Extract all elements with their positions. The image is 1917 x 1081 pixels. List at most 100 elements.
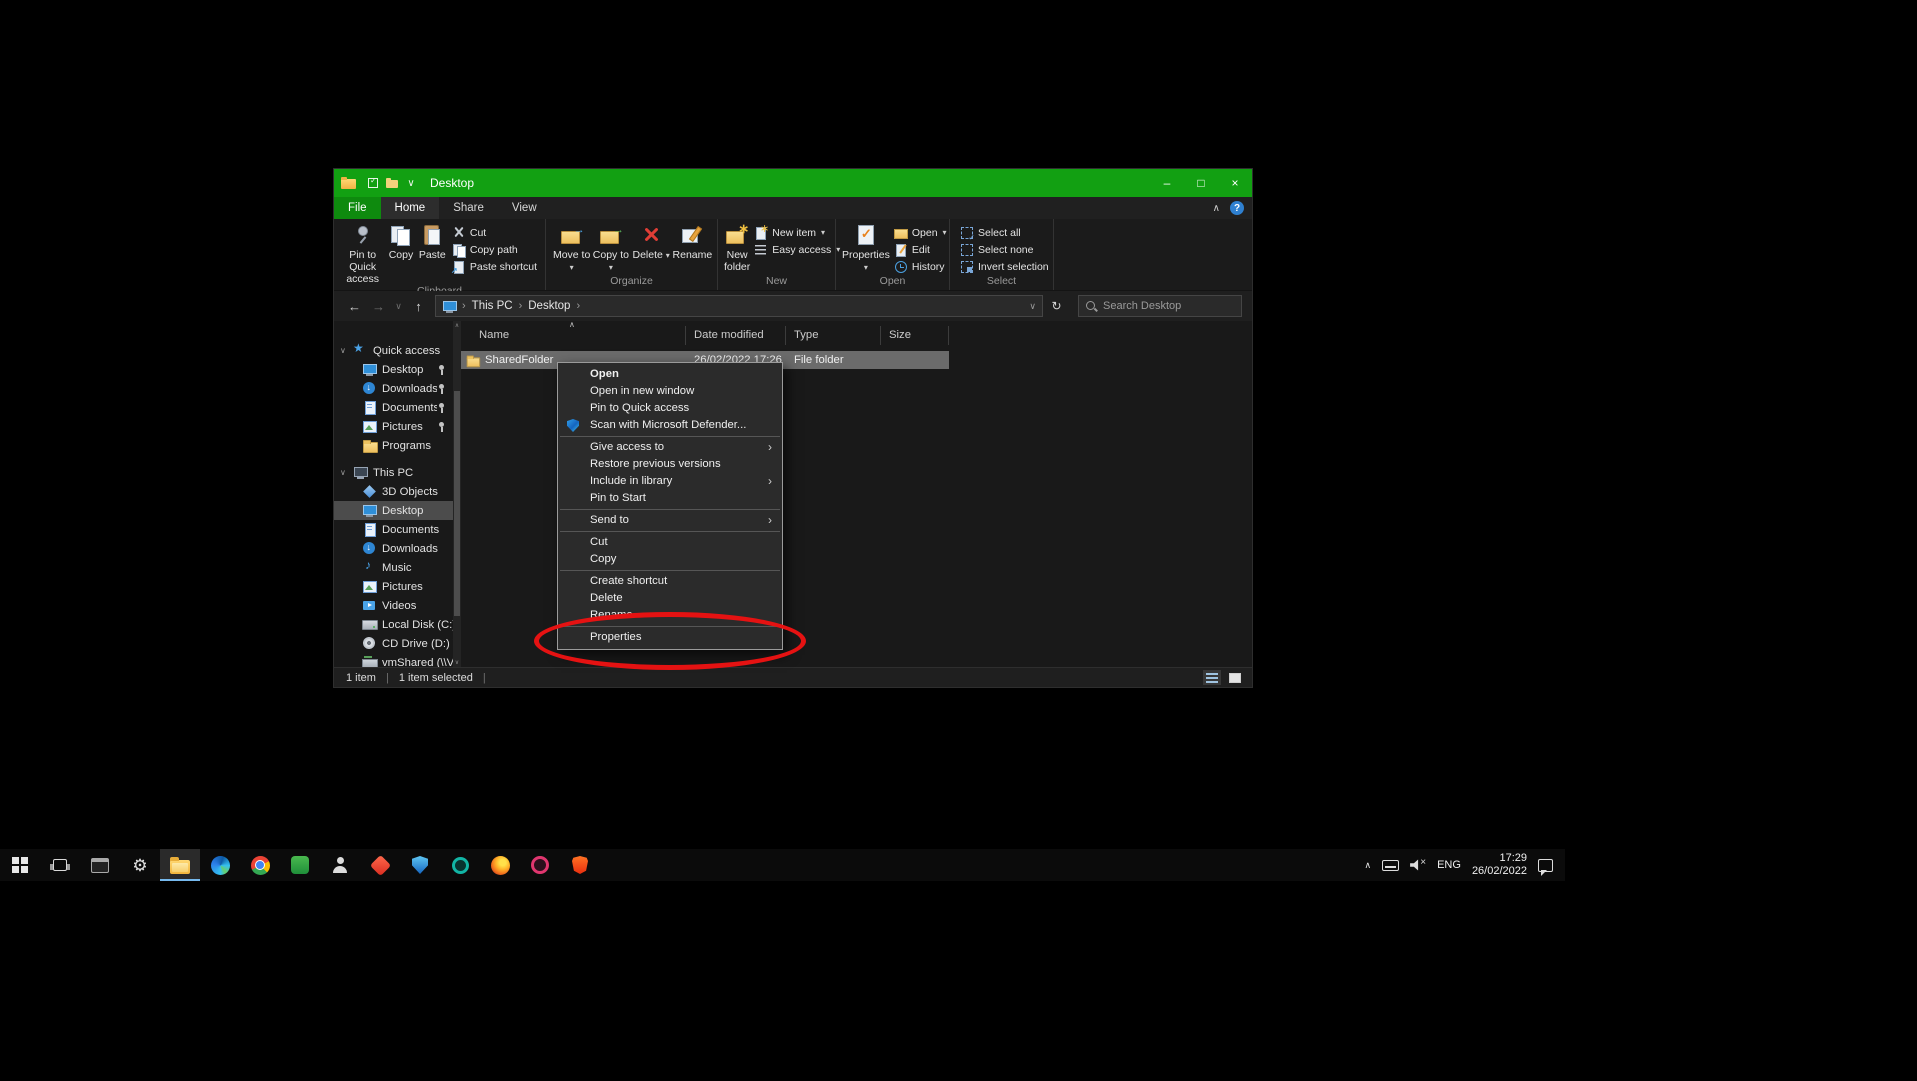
breadcrumb-item-desktop[interactable]: Desktop (525, 300, 573, 312)
context-menu-item-give-access-to[interactable]: Give access to› (558, 439, 782, 456)
taskbar-red-app-button[interactable] (360, 849, 400, 881)
context-menu-item-pin-to-start[interactable]: Pin to Start (558, 490, 782, 507)
copy-to-button[interactable]: Copy to ▾ (591, 222, 630, 273)
column-header-name[interactable]: Name (461, 326, 686, 345)
sidebar-item-vmshared-vb[interactable]: vmShared (\\VB.. (334, 653, 453, 667)
address-dropdown-icon[interactable]: ∨ (1029, 301, 1038, 312)
sidebar-item-3d-objects[interactable]: 3D Objects (334, 482, 453, 501)
context-menu-item-delete[interactable]: Delete (558, 590, 782, 607)
taskbar-brave-button[interactable] (560, 849, 600, 881)
ribbon-collapse-icon[interactable]: ∧ (1213, 203, 1220, 214)
sidebar-item-local-disk-c[interactable]: Local Disk (C:) (334, 615, 453, 634)
taskbar-security-shield-button[interactable] (400, 849, 440, 881)
new-folder-button[interactable]: New folder (724, 222, 750, 273)
select-all-button[interactable]: Select all (956, 224, 1053, 241)
context-menu-item-create-shortcut[interactable]: Create shortcut (558, 573, 782, 590)
copy-button[interactable]: Copy (385, 222, 416, 261)
sidebar-item-pictures[interactable]: Pictures (334, 577, 453, 596)
recent-locations-dropdown[interactable]: ∨ (392, 301, 405, 312)
column-header-date-modified[interactable]: Date modified (686, 326, 786, 345)
delete-button[interactable]: Delete ▾ (631, 222, 672, 261)
tab-home[interactable]: Home (381, 197, 440, 219)
volume-muted-icon[interactable] (1410, 859, 1426, 871)
taskbar-green-app-button[interactable] (280, 849, 320, 881)
context-menu-item-properties[interactable]: Properties (558, 629, 782, 646)
taskbar-start-button[interactable] (0, 849, 40, 881)
paste-button[interactable]: Paste (417, 222, 448, 261)
context-menu-item-cut[interactable]: Cut (558, 534, 782, 551)
sidebar-item-documents[interactable]: Documents (334, 398, 453, 417)
taskbar-edge-button[interactable] (200, 849, 240, 881)
qat-dropdown-button[interactable]: ∨ (403, 175, 419, 191)
sidebar-item-downloads[interactable]: Downloads (334, 379, 453, 398)
context-menu-item-open[interactable]: Open (558, 366, 782, 383)
qat-new-folder-button[interactable] (384, 175, 400, 191)
forward-button[interactable]: → (368, 299, 389, 314)
icons-view-button[interactable] (1226, 670, 1244, 685)
taskbar-people-button[interactable] (320, 849, 360, 881)
sidebar-item-desktop[interactable]: Desktop (334, 360, 453, 379)
taskbar-chrome-button[interactable] (240, 849, 280, 881)
language-indicator[interactable]: ENG (1437, 859, 1461, 871)
cut-button[interactable]: Cut (448, 224, 541, 241)
invert-selection-button[interactable]: Invert selection (956, 258, 1053, 275)
maximize-button[interactable]: □ (1184, 169, 1218, 197)
sidebar-item-pictures[interactable]: Pictures (334, 417, 453, 436)
easy-access-button[interactable]: Easy access ▾ (750, 241, 844, 258)
details-view-button[interactable] (1203, 670, 1221, 685)
context-menu-item-restore-previous-versions[interactable]: Restore previous versions (558, 456, 782, 473)
up-button[interactable]: ↑ (408, 299, 429, 314)
sidebar-item-desktop[interactable]: Desktop (334, 501, 453, 520)
sidebar-item-music[interactable]: Music (334, 558, 453, 577)
sidebar-scrollbar[interactable]: ∧ ∨ (453, 321, 461, 667)
context-menu-item-scan-with-microsoft-defender[interactable]: Scan with Microsoft Defender... (558, 417, 782, 434)
sidebar-section-this-pc[interactable]: ∨This PC (334, 463, 453, 482)
taskbar-task-view-button[interactable] (40, 849, 80, 881)
chevron-down-icon[interactable]: ∨ (340, 346, 353, 355)
taskbar-terminal-button[interactable] (80, 849, 120, 881)
tab-file[interactable]: File (334, 197, 381, 219)
search-box[interactable] (1078, 295, 1242, 317)
copy-path-button[interactable]: Copy path (448, 241, 541, 258)
context-menu-item-send-to[interactable]: Send to› (558, 512, 782, 529)
sidebar-item-programs[interactable]: Programs (334, 436, 453, 455)
column-header-size[interactable]: Size (881, 326, 949, 345)
title-bar[interactable]: ∨ Desktop – □ × (334, 169, 1252, 197)
breadcrumb-item-this-pc[interactable]: This PC (469, 300, 516, 312)
refresh-button[interactable]: ↻ (1046, 299, 1067, 313)
new-item-button[interactable]: New item ▾ (750, 224, 844, 241)
sidebar-item-downloads[interactable]: Downloads (334, 539, 453, 558)
scroll-up-icon[interactable]: ∧ (453, 322, 461, 329)
properties-button[interactable]: Properties ▾ (842, 222, 890, 273)
context-menu-item-copy[interactable]: Copy (558, 551, 782, 568)
context-menu-item-rename[interactable]: Rename (558, 607, 782, 624)
paste-shortcut-button[interactable]: Paste shortcut (448, 258, 541, 275)
address-bar[interactable]: › This PC›Desktop› ∨ (435, 295, 1043, 317)
taskbar-settings-button[interactable] (120, 849, 160, 881)
scrollbar-thumb[interactable] (454, 391, 460, 616)
taskbar-firefox-button[interactable] (480, 849, 520, 881)
touch-keyboard-icon[interactable] (1382, 860, 1399, 871)
taskbar-teal-app-button[interactable] (440, 849, 480, 881)
edit-button[interactable]: Edit (890, 241, 951, 258)
tab-view[interactable]: View (498, 197, 551, 219)
tray-expand-icon[interactable]: ∧ (1365, 860, 1372, 871)
clock[interactable]: 17:29 26/02/2022 (1472, 852, 1527, 878)
back-button[interactable]: ← (344, 299, 365, 314)
sidebar-section-quick-access[interactable]: ∨Quick access (334, 341, 453, 360)
minimize-button[interactable]: – (1150, 169, 1184, 197)
help-icon[interactable]: ? (1230, 201, 1244, 215)
sidebar-item-documents[interactable]: Documents (334, 520, 453, 539)
qat-properties-button[interactable] (365, 175, 381, 191)
action-center-icon[interactable] (1538, 859, 1553, 872)
scroll-down-icon[interactable]: ∨ (453, 659, 461, 666)
open-button[interactable]: Open ▾ (890, 224, 951, 241)
context-menu-item-pin-to-quick-access[interactable]: Pin to Quick access (558, 400, 782, 417)
tab-share[interactable]: Share (439, 197, 498, 219)
history-button[interactable]: History (890, 258, 951, 275)
search-input[interactable] (1103, 300, 1245, 312)
taskbar-file-explorer-button[interactable] (160, 849, 200, 881)
sidebar-item-videos[interactable]: Videos (334, 596, 453, 615)
context-menu-item-open-in-new-window[interactable]: Open in new window (558, 383, 782, 400)
close-button[interactable]: × (1218, 169, 1252, 197)
